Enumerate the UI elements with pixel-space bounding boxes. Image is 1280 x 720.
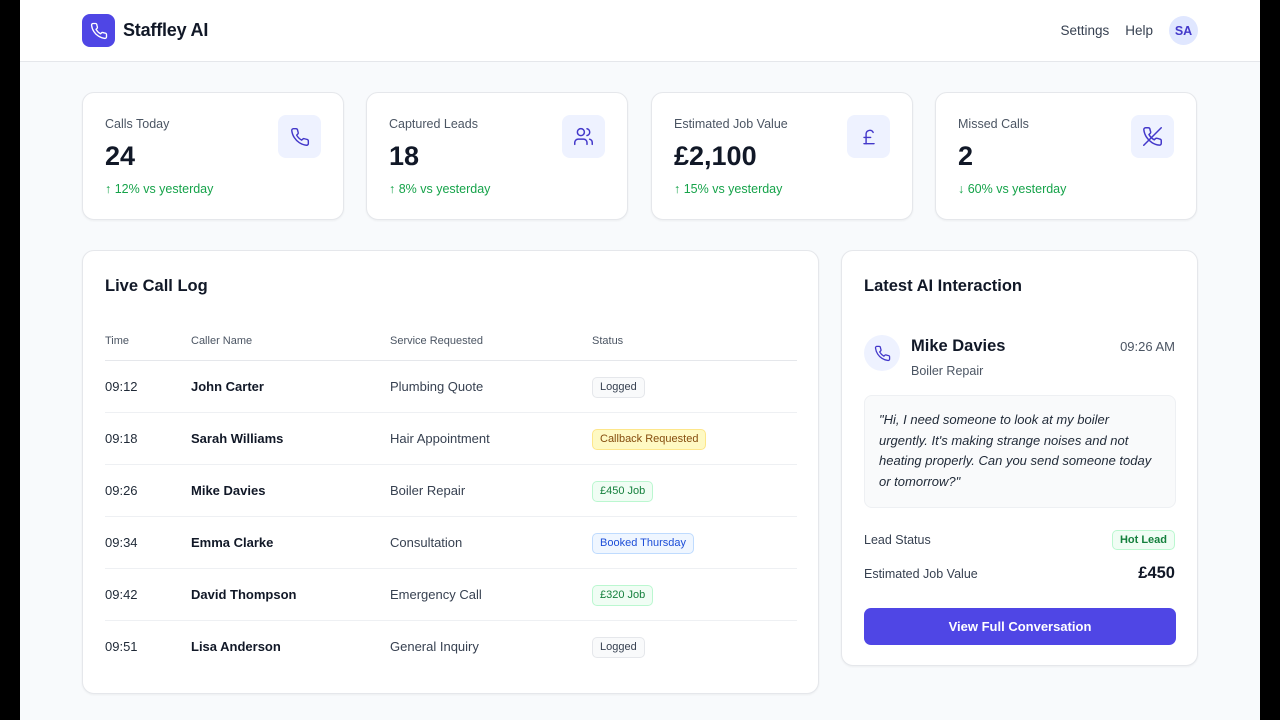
table-row[interactable]: 09:18 Sarah Williams Hair Appointment Ca… (105, 413, 797, 465)
caller-name: David Thompson (191, 587, 297, 602)
stat-label: Captured Leads (389, 117, 478, 131)
table-header: Time Caller Name Service Requested Statu… (105, 335, 797, 361)
caller-name: Mike Davies (911, 337, 1006, 355)
stat-card-missed-calls: Missed Calls 2 ↓ 60% vs yesterday (935, 92, 1197, 220)
stat-card-captured-leads: Captured Leads 18 ↑ 8% vs yesterday (366, 92, 628, 220)
column-header-time: Time (105, 335, 130, 347)
service-requested: General Inquiry (390, 639, 479, 654)
transcript-quote: "Hi, I need someone to look at my boiler… (864, 395, 1176, 508)
call-time: 09:26 (105, 483, 138, 498)
interaction-time: 09:26 AM (1120, 339, 1175, 354)
call-log-rows: 09:12 John Carter Plumbing Quote Logged … (105, 361, 797, 673)
call-time: 09:34 (105, 535, 138, 550)
phone-icon (864, 335, 900, 371)
job-value-label: Estimated Job Value (864, 567, 978, 581)
brand[interactable]: Staffley AI (82, 14, 208, 47)
service-requested: Boiler Repair (390, 483, 466, 498)
status-badge: Booked Thursday (592, 533, 695, 554)
stat-value: 2 (958, 141, 974, 171)
lead-status-badge: Hot Lead (1111, 530, 1175, 550)
status-badge: Logged (592, 637, 645, 658)
status-badge: £320 Job (592, 585, 654, 606)
stat-card-calls-today: Calls Today 24 ↑ 12% vs yesterday (82, 92, 344, 220)
table-row[interactable]: 09:12 John Carter Plumbing Quote Logged (105, 361, 797, 413)
nav-settings-link[interactable]: Settings (1060, 23, 1109, 38)
call-time: 09:42 (105, 587, 138, 602)
call-time: 09:12 (105, 379, 138, 394)
stat-card-estimated-job-value: Estimated Job Value £2,100 ↑ 15% vs yest… (651, 92, 913, 220)
service-requested: Emergency Call (390, 587, 482, 602)
table-row[interactable]: 09:26 Mike Davies Boiler Repair £450 Job (105, 465, 797, 517)
caller-name: Emma Clarke (191, 535, 274, 550)
caller-name: Lisa Anderson (191, 639, 281, 654)
table-row[interactable]: 09:51 Lisa Anderson General Inquiry Logg… (105, 621, 797, 673)
brand-name: Staffley AI (123, 20, 209, 40)
stat-label: Missed Calls (958, 117, 1029, 131)
stat-value: 24 (105, 141, 136, 171)
job-value: £450 (1138, 564, 1175, 582)
call-time: 09:51 (105, 639, 138, 654)
phone-icon (82, 14, 115, 47)
column-header-caller-name: Caller Name (191, 335, 253, 347)
stat-value: £2,100 (674, 141, 757, 171)
dashboard-page: Staffley AI Settings Help SA Calls Today… (20, 0, 1260, 720)
pound-icon (847, 115, 890, 158)
column-header-status: Status (592, 335, 624, 347)
status-badge: Logged (592, 377, 645, 398)
lead-status-label: Lead Status (864, 533, 931, 547)
live-call-log-card: Live Call Log Time Caller Name Service R… (82, 250, 819, 694)
card-title: Latest AI Interaction (864, 277, 1022, 295)
column-header-service: Service Requested (390, 335, 483, 347)
service-requested: Consultation (390, 535, 463, 550)
card-title: Live Call Log (105, 277, 208, 295)
missed-call-icon (1131, 115, 1174, 158)
avatar[interactable]: SA (1169, 16, 1198, 45)
service-requested: Hair Appointment (390, 431, 490, 446)
stat-change: ↓ 60% vs yesterday (958, 182, 1067, 196)
nav-help-link[interactable]: Help (1125, 23, 1153, 38)
stat-label: Calls Today (105, 117, 170, 131)
caller-name: John Carter (191, 379, 264, 394)
table-row[interactable]: 09:34 Emma Clarke Consultation Booked Th… (105, 517, 797, 569)
status-badge: Callback Requested (592, 429, 707, 450)
service-requested: Plumbing Quote (390, 379, 484, 394)
users-icon (562, 115, 605, 158)
stat-value: 18 (389, 141, 420, 171)
top-bar: Staffley AI Settings Help SA (20, 0, 1260, 62)
phone-icon (278, 115, 321, 158)
service-requested: Boiler Repair (911, 364, 984, 378)
top-nav: Settings Help SA (1060, 16, 1198, 45)
view-full-conversation-button[interactable]: View Full Conversation (864, 608, 1176, 645)
call-time: 09:18 (105, 431, 138, 446)
caller-name: Mike Davies (191, 483, 266, 498)
stat-change: ↑ 15% vs yesterday (674, 182, 783, 196)
latest-ai-interaction-card: Latest AI Interaction Mike Davies 09:26 … (841, 250, 1198, 666)
stat-label: Estimated Job Value (674, 117, 788, 131)
status-badge: £450 Job (592, 481, 654, 502)
stat-change: ↑ 12% vs yesterday (105, 182, 214, 196)
stat-change: ↑ 8% vs yesterday (389, 182, 491, 196)
caller-name: Sarah Williams (191, 431, 284, 446)
table-row[interactable]: 09:42 David Thompson Emergency Call £320… (105, 569, 797, 621)
